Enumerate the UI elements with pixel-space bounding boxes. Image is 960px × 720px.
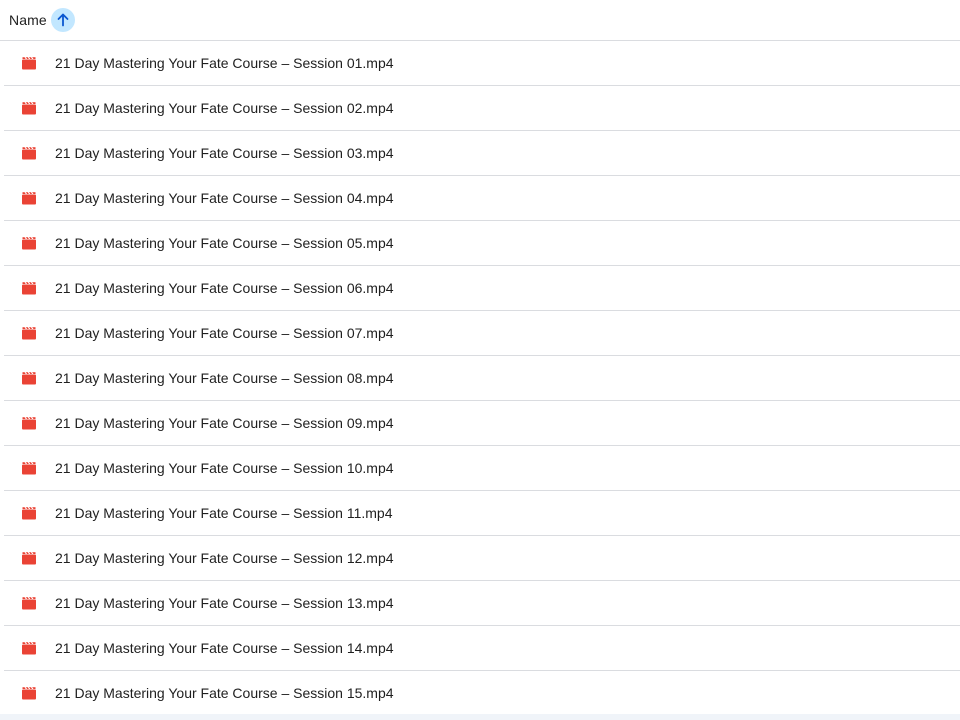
video-file-icon: [21, 145, 37, 161]
video-file-icon: [21, 190, 37, 206]
file-row[interactable]: 21 Day Mastering Your Fate Course – Sess…: [4, 86, 960, 131]
file-name: 21 Day Mastering Your Fate Course – Sess…: [55, 460, 394, 476]
file-row[interactable]: 21 Day Mastering Your Fate Course – Sess…: [4, 401, 960, 446]
file-row[interactable]: 21 Day Mastering Your Fate Course – Sess…: [4, 536, 960, 581]
file-name: 21 Day Mastering Your Fate Course – Sess…: [55, 550, 394, 566]
video-file-icon: [21, 370, 37, 386]
video-file-icon: [21, 460, 37, 476]
file-browser: Name 21 Day Mastering Your Fate Course –…: [0, 0, 960, 720]
video-file-icon: [21, 685, 37, 701]
video-file-icon: [21, 280, 37, 296]
file-name: 21 Day Mastering Your Fate Course – Sess…: [55, 55, 394, 71]
file-row[interactable]: 21 Day Mastering Your Fate Course – Sess…: [4, 626, 960, 671]
file-name: 21 Day Mastering Your Fate Course – Sess…: [55, 415, 394, 431]
video-file-icon: [21, 640, 37, 656]
file-name: 21 Day Mastering Your Fate Course – Sess…: [55, 370, 394, 386]
video-file-icon: [21, 505, 37, 521]
file-row[interactable]: 21 Day Mastering Your Fate Course – Sess…: [4, 266, 960, 311]
video-file-icon: [21, 415, 37, 431]
file-name: 21 Day Mastering Your Fate Course – Sess…: [55, 325, 394, 341]
video-file-icon: [21, 55, 37, 71]
file-row[interactable]: 21 Day Mastering Your Fate Course – Sess…: [4, 671, 960, 716]
file-name: 21 Day Mastering Your Fate Course – Sess…: [55, 280, 394, 296]
file-row[interactable]: 21 Day Mastering Your Fate Course – Sess…: [4, 491, 960, 536]
file-row[interactable]: 21 Day Mastering Your Fate Course – Sess…: [4, 131, 960, 176]
file-name: 21 Day Mastering Your Fate Course – Sess…: [55, 685, 394, 701]
file-name: 21 Day Mastering Your Fate Course – Sess…: [55, 235, 394, 251]
file-name: 21 Day Mastering Your Fate Course – Sess…: [55, 505, 393, 521]
sort-button[interactable]: [50, 8, 75, 32]
file-name: 21 Day Mastering Your Fate Course – Sess…: [55, 595, 394, 611]
video-file-icon: [21, 550, 37, 566]
arrow-up-icon: [57, 13, 69, 27]
file-row[interactable]: 21 Day Mastering Your Fate Course – Sess…: [4, 356, 960, 401]
bottom-scroll-edge: [0, 714, 960, 720]
file-name: 21 Day Mastering Your Fate Course – Sess…: [55, 145, 394, 161]
video-file-icon: [21, 325, 37, 341]
file-row[interactable]: 21 Day Mastering Your Fate Course – Sess…: [4, 176, 960, 221]
file-name: 21 Day Mastering Your Fate Course – Sess…: [55, 640, 394, 656]
video-file-icon: [21, 235, 37, 251]
file-row[interactable]: 21 Day Mastering Your Fate Course – Sess…: [4, 221, 960, 266]
video-file-icon: [21, 595, 37, 611]
list-header: Name: [0, 0, 960, 41]
file-row[interactable]: 21 Day Mastering Your Fate Course – Sess…: [4, 581, 960, 626]
file-list: 21 Day Mastering Your Fate Course – Sess…: [0, 41, 960, 716]
file-row[interactable]: 21 Day Mastering Your Fate Course – Sess…: [4, 311, 960, 356]
video-file-icon: [21, 100, 37, 116]
file-name: 21 Day Mastering Your Fate Course – Sess…: [55, 100, 394, 116]
file-name: 21 Day Mastering Your Fate Course – Sess…: [55, 190, 394, 206]
file-row[interactable]: 21 Day Mastering Your Fate Course – Sess…: [4, 41, 960, 86]
name-column-header[interactable]: Name: [9, 12, 47, 28]
file-row[interactable]: 21 Day Mastering Your Fate Course – Sess…: [4, 446, 960, 491]
